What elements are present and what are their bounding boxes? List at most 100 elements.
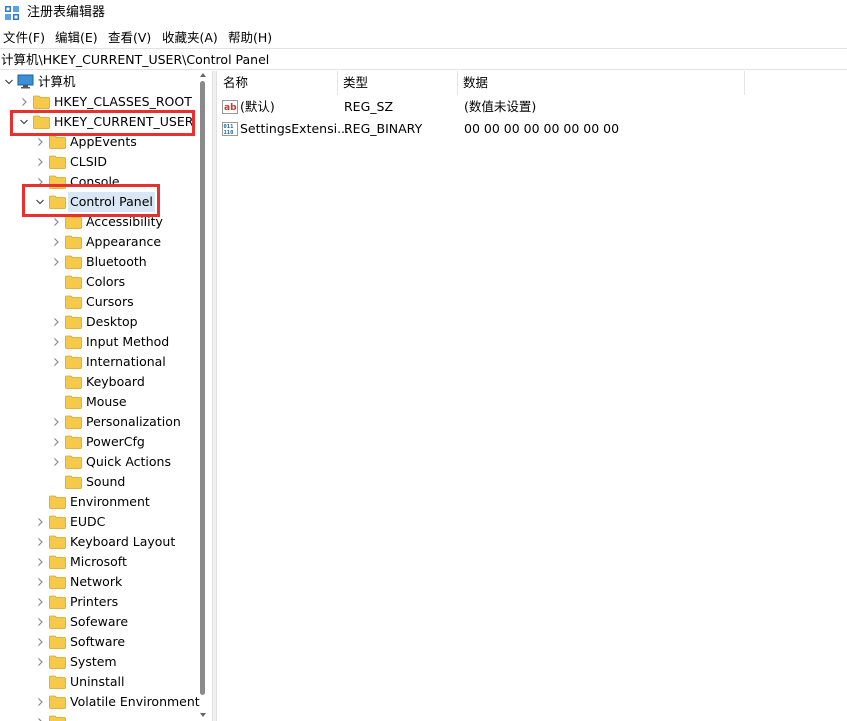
scroll-up-arrow-icon[interactable] bbox=[199, 71, 207, 79]
computer-icon bbox=[17, 74, 34, 89]
tree-item-appevents[interactable]: AppEvents bbox=[0, 132, 200, 152]
menu-help[interactable]: 帮助(H) bbox=[227, 29, 273, 47]
chevron-right-icon[interactable] bbox=[35, 517, 45, 527]
tree-item-system[interactable]: System bbox=[0, 652, 200, 672]
menu-favorites[interactable]: 收藏夹(A) bbox=[161, 29, 219, 47]
svg-text:ab: ab bbox=[224, 103, 237, 113]
menu-edit[interactable]: 编辑(E) bbox=[54, 29, 99, 47]
menu-bar: 文件(F) 编辑(E) 查看(V) 收藏夹(A) 帮助(H) bbox=[0, 28, 847, 48]
tree-item-keyboard[interactable]: Keyboard bbox=[0, 372, 200, 392]
chevron-right-icon[interactable] bbox=[35, 637, 45, 647]
tree-item-network[interactable]: Network bbox=[0, 572, 200, 592]
folder-icon bbox=[65, 455, 82, 469]
svg-text:110: 110 bbox=[224, 130, 234, 136]
chevron-right-icon[interactable] bbox=[51, 237, 61, 247]
folder-icon bbox=[65, 395, 82, 409]
tree-item-control-panel[interactable]: Control Panel bbox=[0, 192, 200, 212]
tree-label: Bluetooth bbox=[86, 254, 147, 269]
tree-item-console[interactable]: Console bbox=[0, 172, 200, 192]
tree-item-keyboard-layout[interactable]: Keyboard Layout bbox=[0, 532, 200, 552]
tree-item-computer[interactable]: 计算机 bbox=[0, 72, 200, 92]
list-row[interactable]: ab (默认) REG_SZ (数值未设置) bbox=[217, 96, 817, 118]
chevron-right-icon[interactable] bbox=[51, 457, 61, 467]
tree-item-cursors[interactable]: Cursors bbox=[0, 292, 200, 312]
folder-icon bbox=[65, 335, 82, 349]
chevron-right-icon[interactable] bbox=[35, 717, 45, 721]
title-bar: 注册表编辑器 bbox=[0, 0, 847, 26]
chevron-right-icon[interactable] bbox=[51, 337, 61, 347]
chevron-right-icon[interactable] bbox=[51, 217, 61, 227]
tree-item-sofeware[interactable]: Sofeware bbox=[0, 612, 200, 632]
tree-item-software[interactable]: Software bbox=[0, 632, 200, 652]
column-header-type[interactable]: 类型 bbox=[337, 71, 457, 95]
menu-file[interactable]: 文件(F) bbox=[2, 29, 46, 47]
folder-icon bbox=[49, 615, 66, 629]
tree-label: Colors bbox=[86, 274, 126, 289]
chevron-right-icon[interactable] bbox=[35, 157, 45, 167]
chevron-right-icon[interactable] bbox=[35, 557, 45, 567]
tree-item-desktop[interactable]: Desktop bbox=[0, 312, 200, 332]
tree-item-personalization[interactable]: Personalization bbox=[0, 412, 200, 432]
folder-icon bbox=[65, 315, 82, 329]
column-header-data[interactable]: 数据 bbox=[457, 71, 744, 95]
tree-item-mouse[interactable]: Mouse bbox=[0, 392, 200, 412]
tree-label: Keyboard bbox=[86, 374, 145, 389]
folder-icon bbox=[33, 115, 50, 129]
scrollbar-thumb[interactable] bbox=[200, 81, 205, 695]
tree-label: Microsoft bbox=[70, 554, 127, 569]
chevron-right-icon[interactable] bbox=[35, 697, 45, 707]
tree-label: International bbox=[86, 354, 166, 369]
chevron-right-icon[interactable] bbox=[51, 417, 61, 427]
tree-label: Appearance bbox=[86, 234, 162, 249]
tree-item-powercfg[interactable]: PowerCfg bbox=[0, 432, 200, 452]
tree-item-microsoft[interactable]: Microsoft bbox=[0, 552, 200, 572]
tree-item-clsid[interactable]: CLSID bbox=[0, 152, 200, 172]
folder-icon bbox=[49, 715, 66, 721]
chevron-right-icon[interactable] bbox=[51, 357, 61, 367]
chevron-down-icon[interactable] bbox=[4, 77, 14, 87]
chevron-right-icon[interactable] bbox=[35, 617, 45, 627]
tree-item-hkey-classes-root[interactable]: HKEY_CLASSES_ROOT bbox=[0, 92, 200, 112]
value-type: REG_BINARY bbox=[344, 121, 423, 136]
tree-item-colors[interactable]: Colors bbox=[0, 272, 200, 292]
tree-item-sound[interactable]: Sound bbox=[0, 472, 200, 492]
menu-view[interactable]: 查看(V) bbox=[107, 29, 152, 47]
scroll-down-arrow-icon[interactable] bbox=[199, 711, 207, 719]
column-header-name[interactable]: 名称 bbox=[217, 71, 337, 95]
tree-item-bluetooth[interactable]: Bluetooth bbox=[0, 252, 200, 272]
tree-item-quick-actions[interactable]: Quick Actions bbox=[0, 452, 200, 472]
chevron-right-icon[interactable] bbox=[51, 437, 61, 447]
binary-value-icon: 011 110 bbox=[222, 122, 238, 136]
tree-item-environment[interactable]: Environment bbox=[0, 492, 200, 512]
tree-item-partial[interactable] bbox=[0, 712, 200, 721]
chevron-right-icon[interactable] bbox=[35, 137, 45, 147]
tree-item-volatile-environment[interactable]: Volatile Environment bbox=[0, 692, 200, 712]
tree-item-eudc[interactable]: EUDC bbox=[0, 512, 200, 532]
tree-label: Desktop bbox=[86, 314, 138, 329]
chevron-right-icon[interactable] bbox=[51, 317, 61, 327]
chevron-down-icon[interactable] bbox=[35, 197, 45, 207]
chevron-right-icon[interactable] bbox=[35, 537, 45, 547]
tree-item-appearance[interactable]: Appearance bbox=[0, 232, 200, 252]
tree-item-uninstall[interactable]: Uninstall bbox=[0, 672, 200, 692]
chevron-right-icon[interactable] bbox=[35, 577, 45, 587]
address-path[interactable]: 计算机\HKEY_CURRENT_USER\Control Panel bbox=[1, 52, 269, 67]
column-separator[interactable] bbox=[744, 71, 745, 95]
folder-icon bbox=[49, 575, 66, 589]
tree-item-accessibility[interactable]: Accessibility bbox=[0, 212, 200, 232]
tree-item-input-method[interactable]: Input Method bbox=[0, 332, 200, 352]
tree-item-international[interactable]: International bbox=[0, 352, 200, 372]
chevron-right-icon[interactable] bbox=[35, 657, 45, 667]
value-name: SettingsExtensi... bbox=[240, 121, 349, 136]
chevron-right-icon[interactable] bbox=[19, 97, 29, 107]
tree-scrollbar[interactable] bbox=[197, 71, 209, 721]
chevron-right-icon[interactable] bbox=[51, 257, 61, 267]
list-row[interactable]: 011 110 SettingsExtensi... REG_BINARY 00… bbox=[217, 118, 817, 140]
chevron-right-icon[interactable] bbox=[35, 177, 45, 187]
tree-item-hkey-current-user[interactable]: HKEY_CURRENT_USER bbox=[0, 112, 200, 132]
chevron-right-icon[interactable] bbox=[35, 597, 45, 607]
chevron-down-icon[interactable] bbox=[19, 117, 29, 127]
tree-item-printers[interactable]: Printers bbox=[0, 592, 200, 612]
address-bar[interactable]: 计算机\HKEY_CURRENT_USER\Control Panel bbox=[0, 48, 847, 70]
tree-label: HKEY_CURRENT_USER bbox=[54, 114, 194, 129]
